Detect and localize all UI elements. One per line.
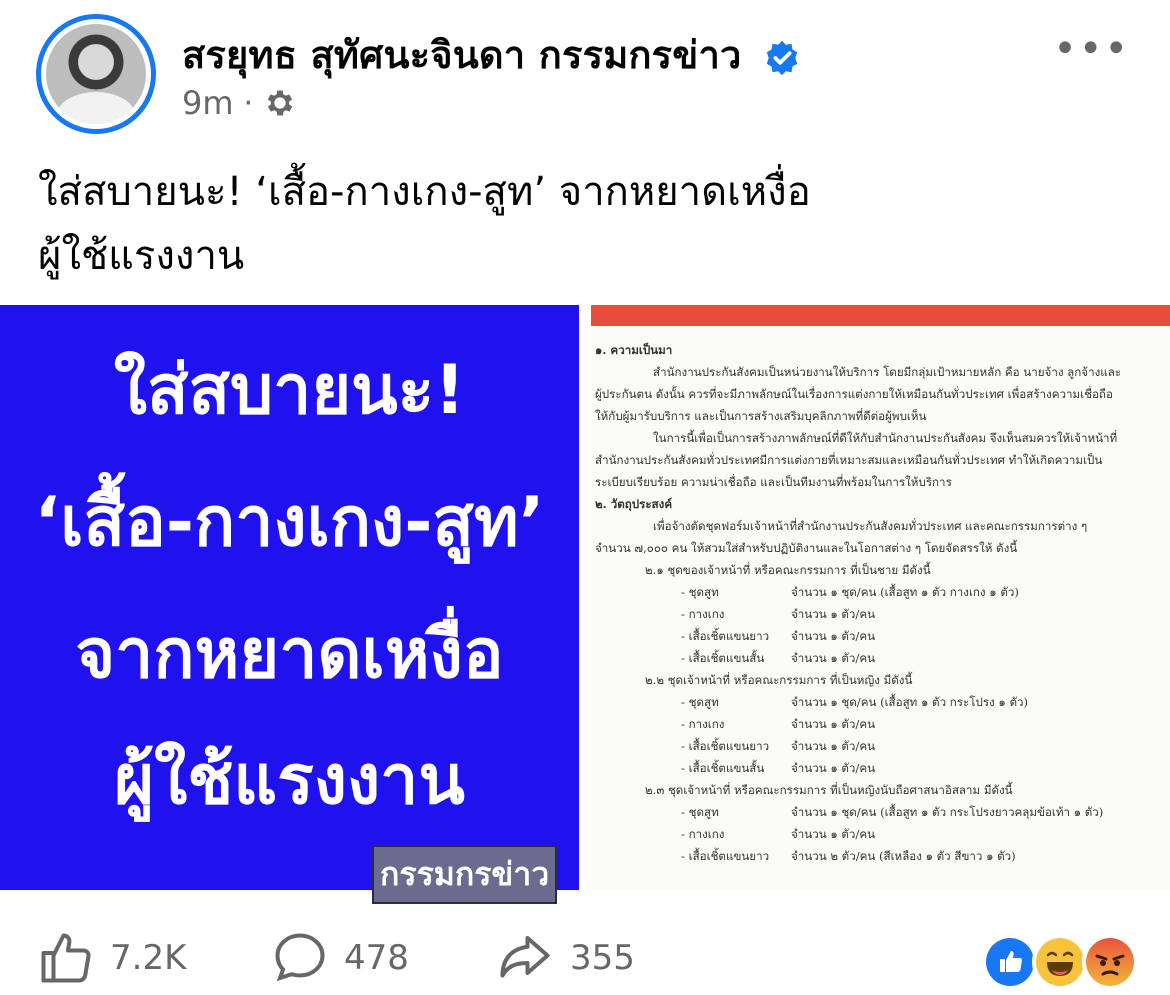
angry-reaction-icon [1082,934,1138,990]
document-text: ๑. ความเป็นมา สำนักงานประกันสังคมเป็นหน่… [595,339,1165,867]
author-name-row: สรยุทธ สุทัศนะจินดา กรรมกรข่าว [182,24,801,85]
doc-item: - เสื้อเชิ้ตแขนยาว จำนวน ๑ ตัว/คน [681,739,876,753]
post-meta: 9m · [182,84,297,122]
share-arrow-icon [500,936,550,978]
doc-item: - เสื้อเชิ้ตแขนสั้น จำนวน ๑ ตัว/คน [681,651,876,665]
watermark-stamp: กรรมกรข่าว [372,845,558,904]
doc-item: - ชุดสูท จำนวน ๑ ชุด/คน (เสื้อสูท ๑ ตัว ก… [681,805,1104,819]
haha-reaction-icon [1032,934,1088,990]
author-name[interactable]: สรยุทธ สุทัศนะจินดา กรรมกรข่าว [182,33,742,77]
caption-line-2: ผู้ใช้แรงงาน [38,233,245,279]
like-reaction-icon [982,934,1038,990]
doc-item: - กางเกง จำนวน ๑ ตัว/คน [681,607,876,621]
meta-separator: · [243,85,254,121]
comment-count: 478 [344,938,409,978]
doc-item: - กางเกง จำนวน ๑ ตัว/คน [681,827,876,841]
doc-line: ระเบียบเรียบร้อย ความน่าเชื่อถือ และเป็น… [595,475,952,489]
doc-group-2-title: ๒.๒ ชุดเจ้าหน้าที่ หรือคณะกรรมการ ที่เป็… [645,673,913,687]
comment-bubble-icon [275,933,325,982]
like-count: 7.2K [110,938,187,978]
post-image-document[interactable]: ๑. ความเป็นมา สำนักงานประกันสังคมเป็นหน่… [591,305,1170,890]
doc-line: เพื่อจ้างตัดชุดฟอร์มเจ้าหน้าที่สำนักงานป… [653,519,1088,533]
thumbs-up-icon [41,933,91,983]
more-options-button[interactable]: ••• [1053,26,1130,72]
verified-badge-icon [766,40,798,75]
share-count: 355 [570,938,635,978]
post-time[interactable]: 9m [182,84,234,122]
document-header-bar [591,305,1170,326]
post-image-headline[interactable]: ใส่สบายนะ! ‘เสื้อ-กางเกง-สูท’ จากหยาดเหง… [0,305,579,904]
like-button[interactable]: 7.2K [36,928,186,988]
doc-line: สำนักงานประกันสังคมทั่วประเทศมีการแต่งกา… [595,453,1103,467]
post-caption: ใส่สบายนะ! ‘เสื้อ-กางเกง-สูท’ จากหยาดเหง… [38,160,1138,288]
avatar-photo [46,24,146,124]
doc-line: จำนวน ๗,๐๐๐ คน ให้สวมใส่สำหรับปฏิบัติงาน… [595,541,1018,555]
doc-line: ผู้ประกันตน ดังนั้น ควรที่จะมีภาพลักษณ์ใ… [595,387,1113,401]
headline-line-1: ใส่สบายนะ! [113,351,466,430]
share-button[interactable]: 355 [494,928,635,988]
doc-line: ให้กับผู้มารับบริการ และเป็นการสร้างเสริ… [595,409,927,423]
doc-section-1-title: ๑. ความเป็นมา [595,343,673,357]
reaction-summary[interactable] [982,934,1138,990]
doc-item: - กางเกง จำนวน ๑ ตัว/คน [681,717,876,731]
doc-line: สำนักงานประกันสังคมเป็นหน่วยงานให้บริการ… [653,365,1122,379]
doc-item: - เสื้อเชิ้ตแขนสั้น จำนวน ๑ ตัว/คน [681,761,876,775]
headline-line-3: จากหยาดเหงื่อ [75,615,504,694]
doc-group-1-title: ๒.๑ ชุดของเจ้าหน้าที่ หรือคณะกรรมการ ที่… [645,563,931,577]
doc-item: - ชุดสูท จำนวน ๑ ชุด/คน (เสื้อสูท ๑ ตัว ก… [681,585,1019,599]
author-avatar[interactable] [36,14,156,134]
doc-line: ในการนี้เพื่อเป็นการสร้างภาพลักษณ์ที่ดีใ… [653,431,1118,445]
doc-item: - ชุดสูท จำนวน ๑ ชุด/คน (เสื้อสูท ๑ ตัว ก… [681,695,1029,709]
doc-group-3-title: ๒.๓ ชุดเจ้าหน้าที่ หรือคณะกรรมการ ที่เป็… [645,783,1013,797]
headline-line-2: ‘เสื้อ-กางเกง-สูท’ [34,483,545,562]
gear-icon [267,90,293,116]
comment-button[interactable]: 478 [270,928,409,988]
caption-line-1: ใส่สบายนะ! ‘เสื้อ-กางเกง-สูท’ จากหยาดเหง… [38,169,811,215]
doc-section-2-title: ๒. วัตถุประสงค์ [595,497,673,511]
headline-line-4: ผู้ใช้แรงงาน [114,741,465,820]
doc-item: - เสื้อเชิ้ตแขนยาว จำนวน ๑ ตัว/คน [681,629,876,643]
doc-item: - เสื้อเชิ้ตแขนยาว จำนวน ๒ ตัว/คน (สีเหลื… [681,849,1016,863]
